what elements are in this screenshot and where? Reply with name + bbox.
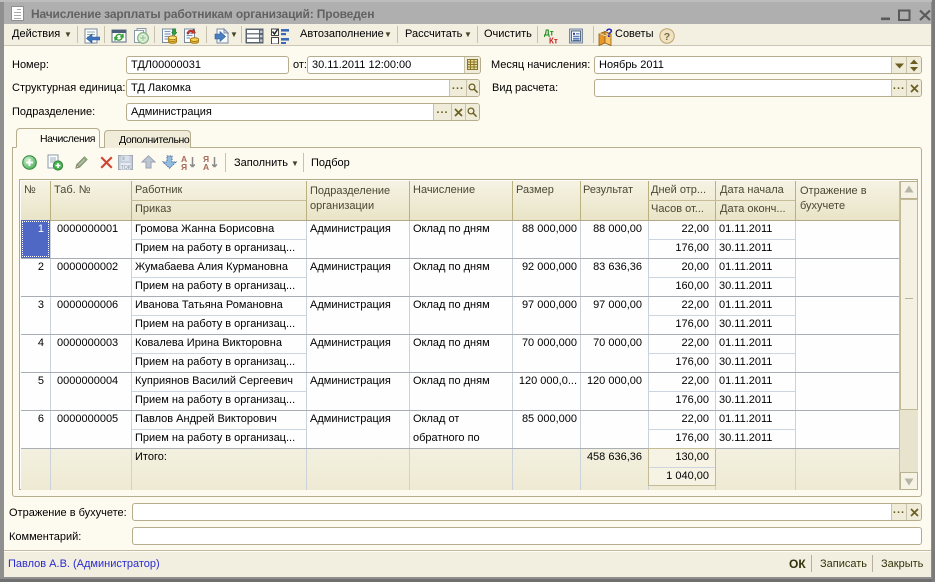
svg-text:Я: Я	[181, 162, 187, 171]
svg-text:Кт: Кт	[549, 37, 558, 45]
svg-text:А: А	[203, 162, 209, 171]
svg-text:ТОК: ТОК	[121, 165, 131, 171]
svg-text:?: ?	[664, 31, 670, 43]
svg-text:?: ?	[606, 27, 613, 40]
